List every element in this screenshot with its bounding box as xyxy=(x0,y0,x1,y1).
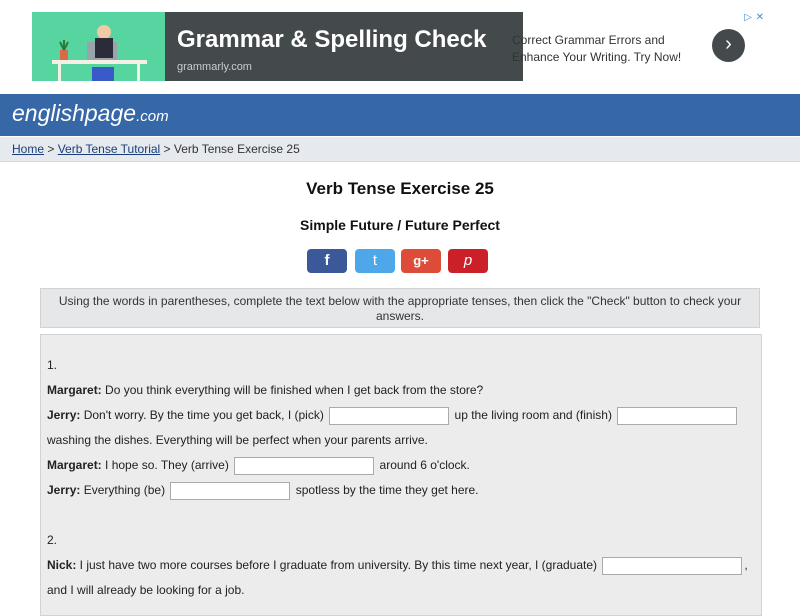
speaker-label: Jerry: xyxy=(47,483,81,497)
dialogue-line: and I will already be looking for a job. xyxy=(47,583,245,597)
answer-input-graduate[interactable] xyxy=(602,556,743,575)
ad-info-icon[interactable]: ▷ xyxy=(744,12,752,23)
exercise-box: 1. Margaret: Do you think everything wil… xyxy=(40,334,762,616)
page-title: Verb Tense Exercise 25 xyxy=(306,179,494,198)
dialogue-text: Do you think everything will be finished… xyxy=(101,383,484,397)
breadcrumb: Home > Verb Tense Tutorial > Verb Tense … xyxy=(12,142,300,156)
ad-headline-panel[interactable]: Grammar & Spelling Check grammarly.com xyxy=(165,12,523,81)
breadcrumb-current: Verb Tense Exercise 25 xyxy=(173,142,300,156)
dialogue-line: Margaret: Do you think everything will b… xyxy=(47,380,483,400)
dialogue-text: I hope so. They (arrive) xyxy=(101,458,233,472)
question-number: 1. xyxy=(47,358,58,372)
answer-input-finish[interactable] xyxy=(617,406,738,425)
dialogue-text: , xyxy=(744,558,748,572)
ad-banner[interactable]: Grammar & Spelling Check grammarly.com C… xyxy=(32,12,768,81)
dialogue-text: spotless by the time they get here. xyxy=(292,483,479,497)
ad-headline[interactable]: Grammar & Spelling Check xyxy=(177,26,486,54)
dialogue-line: Jerry: Everything (be) spotless by the t… xyxy=(47,480,479,500)
ad-domain: grammarly.com xyxy=(177,61,252,73)
breadcrumb-home-link[interactable]: Home xyxy=(12,142,44,156)
speaker-label: Jerry: xyxy=(47,408,81,422)
instructions-box: Using the words in parentheses, complete… xyxy=(40,288,760,328)
dialogue-text: Everything (be) xyxy=(80,483,169,497)
dialogue-text: Don't worry. By the time you get back, I… xyxy=(80,408,328,422)
breadcrumb-separator: > xyxy=(44,142,58,156)
ad-copy[interactable]: Correct Grammar Errors and Enhance Your … xyxy=(512,32,712,66)
site-header: englishpage.com xyxy=(0,94,800,136)
page-subtitle: Simple Future / Future Perfect xyxy=(300,217,500,233)
dialogue-line: Nick: I just have two more courses befor… xyxy=(47,555,748,575)
dialogue-line: Jerry: Don't worry. By the time you get … xyxy=(47,405,739,425)
speaker-label: Nick: xyxy=(47,558,77,572)
breadcrumb-bar: Home > Verb Tense Tutorial > Verb Tense … xyxy=(0,137,800,162)
speaker-label: Margaret: xyxy=(47,458,102,472)
twitter-share-button[interactable]: t xyxy=(355,249,395,273)
ad-illustration xyxy=(32,12,165,81)
facebook-share-button[interactable]: f xyxy=(307,249,347,273)
dialogue-text: up the living room and (finish) xyxy=(451,408,616,422)
pinterest-share-button[interactable]: p xyxy=(448,249,488,273)
logo-main: englishpage xyxy=(12,100,137,126)
close-icon[interactable]: ✕ xyxy=(756,12,764,23)
logo-tld: .com xyxy=(136,108,169,125)
dialogue-text: around 6 o'clock. xyxy=(376,458,470,472)
breadcrumb-separator: > xyxy=(160,142,174,156)
dialogue-line: Margaret: I hope so. They (arrive) aroun… xyxy=(47,455,470,475)
answer-input-be[interactable] xyxy=(170,481,291,500)
breadcrumb-tutorial-link[interactable]: Verb Tense Tutorial xyxy=(58,142,161,156)
googleplus-share-button[interactable]: g+ xyxy=(401,249,441,273)
chevron-right-icon[interactable]: › xyxy=(712,29,745,62)
dialogue-line: washing the dishes. Everything will be p… xyxy=(47,433,428,447)
question-number: 2. xyxy=(47,533,58,547)
answer-input-pick[interactable] xyxy=(329,406,450,425)
site-logo[interactable]: englishpage.com xyxy=(12,100,169,127)
answer-input-arrive[interactable] xyxy=(234,456,375,475)
dialogue-text: I just have two more courses before I gr… xyxy=(76,558,601,572)
speaker-label: Margaret: xyxy=(47,383,102,397)
